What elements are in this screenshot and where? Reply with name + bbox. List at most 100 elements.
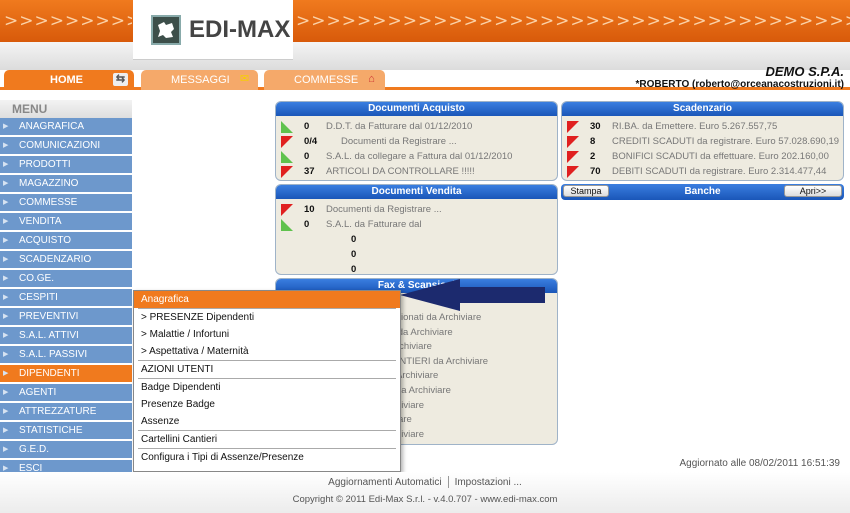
arrow-icon: ▶ [3, 332, 9, 339]
sidebar-item-cespiti[interactable]: ▶ CESPITI [0, 289, 132, 306]
impostazioni-link[interactable]: Impostazioni ... [449, 477, 528, 488]
red-flag-icon [281, 166, 293, 178]
row-text: BONIFICI SCADUTI da effettuare. Euro 202… [612, 151, 829, 162]
panel-banche: Stampa Banche Apri>> [561, 184, 844, 200]
current-user: *ROBERTO (roberto@orceanacostruzioni.it) [635, 79, 844, 90]
pointer-arrow-icon [400, 279, 545, 311]
sidebar-menu: ▶ ANAGRAFICA ▶ COMUNICAZIONI ▶ PRODOTTI ▶ MAGAZ… [0, 118, 132, 479]
logo-text: EDI-MAX [189, 15, 291, 43]
red-flag-icon [281, 136, 293, 148]
panel-row: 0 [276, 262, 557, 274]
sidebar-item-statistiche[interactable]: ▶ STATISTICHE [0, 422, 132, 439]
last-updated: Aggiornato alle 08/02/2011 16:51:39 [679, 458, 840, 469]
panel-row: 0 [276, 247, 557, 262]
sidebar-item-comunicazioni[interactable]: ▶ COMUNICAZIONI [0, 137, 132, 154]
panel-row[interactable]: 70 DEBITI SCADUTI da registrare. Euro 2.3… [562, 164, 843, 179]
sidebar-item-label: CO.GE. [19, 273, 55, 284]
panel-row[interactable]: 30 RI.BA. da Emettere. Euro 5.267.557,75 [562, 119, 843, 134]
row-count: 8 [590, 136, 596, 147]
row-text: ARTICOLI DA CONTROLLARE !!!!! [326, 166, 475, 177]
submenu-item-aspettativa-maternit[interactable]: > Aspettativa / Maternità [134, 343, 400, 360]
arrow-icon: ▶ [3, 389, 9, 396]
sidebar-item-anagrafica[interactable]: ▶ ANAGRAFICA [0, 118, 132, 135]
panel-row[interactable]: 0/4 Documenti da Registrare ... [276, 134, 557, 149]
sidebar-item-label: ATTREZZATURE [19, 406, 97, 417]
sidebar-item-magazzino[interactable]: ▶ MAGAZZINO [0, 175, 132, 192]
submenu-item-malattie-infortuni[interactable]: > Malattie / Infortuni [134, 326, 400, 343]
menu-title: MENU [0, 100, 132, 118]
tab-home[interactable]: HOME ⇆ [4, 70, 134, 90]
logo: EDI-MAX [133, 0, 293, 60]
panel-row[interactable]: 37 ARTICOLI DA CONTROLLARE !!!!! [276, 164, 557, 179]
sidebar-item-co-ge[interactable]: ▶ CO.GE. [0, 270, 132, 287]
sidebar-item-vendita[interactable]: ▶ VENDITA [0, 213, 132, 230]
row-text: da Archiviare [396, 384, 451, 396]
submenu-item-presenze-dipendenti[interactable]: > PRESENZE Dipendenti [134, 309, 400, 326]
arrow-icon: ▶ [3, 294, 9, 301]
tab-commesse[interactable]: COMMESSE ⌂ [264, 70, 385, 90]
house-icon: ⌂ [368, 73, 375, 85]
arrow-icon: ▶ [3, 199, 9, 206]
green-flag-icon [281, 219, 293, 231]
submenu-item-badge-dipendenti[interactable]: Badge Dipendenti [134, 379, 400, 396]
sidebar-item-g-e-d[interactable]: ▶ G.E.D. [0, 441, 132, 458]
red-flag-icon [567, 136, 579, 148]
sidebar-item-agenti[interactable]: ▶ AGENTI [0, 384, 132, 401]
panel-title: Scadenzario [562, 102, 843, 116]
aggiornamenti-link[interactable]: Aggiornamenti Automatici [322, 477, 447, 488]
submenu-item-cartellini-cantieri[interactable]: Cartellini Cantieri [134, 431, 400, 448]
submenu-item-presenze-badge[interactable]: Presenze Badge [134, 396, 400, 413]
sidebar-item-prodotti[interactable]: ▶ PRODOTTI [0, 156, 132, 173]
panel-scadenzario: Scadenzario 30 RI.BA. da Emettere. Euro 5… [561, 101, 844, 181]
panel-row[interactable]: 0 S.A.L. da Fatturare dal [276, 217, 557, 232]
tab-messaggi[interactable]: MESSAGGI ✉ [141, 70, 258, 90]
sidebar-item-label: S.A.L. ATTIVI [19, 330, 79, 341]
row-text: i da Archiviare [393, 326, 453, 338]
row-text: Documenti da Registrare ... [341, 136, 457, 147]
submenu-item-assenze[interactable]: Assenze [134, 413, 400, 430]
panel-row[interactable]: 2 BONIFICI SCADUTI da effettuare. Euro 20… [562, 149, 843, 164]
sidebar-item-acquisto[interactable]: ▶ ACQUISTO [0, 232, 132, 249]
submenu-item-anagrafica[interactable]: Anagrafica [134, 291, 400, 308]
row-count: 0 [304, 121, 310, 132]
arrow-icon: ▶ [3, 218, 9, 225]
sidebar-item-commesse[interactable]: ▶ COMMESSE [0, 194, 132, 211]
row-count: 10 [304, 204, 315, 215]
row-text: RI.BA. da Emettere. Euro 5.267.557,75 [612, 121, 778, 132]
sidebar-item-attrezzature[interactable]: ▶ ATTREZZATURE [0, 403, 132, 420]
arrow-icon: ▶ [3, 256, 9, 263]
sidebar-item-s-a-l-passivi[interactable]: ▶ S.A.L. PASSIVI [0, 346, 132, 363]
arrow-icon: ▶ [3, 123, 9, 130]
arrow-icon: ▶ [3, 446, 9, 453]
envelope-icon: ✉ [239, 73, 250, 85]
apri-button[interactable]: Apri>> [784, 185, 842, 197]
submenu-item-configura-i-tipi-di-assenze-presenze[interactable]: Configura i Tipi di Assenze/Presenze [134, 449, 400, 466]
row-count: 0 [304, 151, 310, 162]
submenu-item-azioni-utenti[interactable]: AZIONI UTENTI [134, 361, 400, 378]
sidebar-item-dipendenti[interactable]: ▶ DIPENDENTI [0, 365, 132, 382]
sidebar-item-preventivi[interactable]: ▶ PREVENTIVI [0, 308, 132, 325]
top-banner: >>>>>>>> >>>> >>>>>>>>>>>>>>>>>>>>>>>>>>>… [0, 0, 850, 42]
row-text: S.A.L. da Fatturare dal [326, 219, 422, 230]
panel-row[interactable]: 8 CREDITI SCADUTI da registrare. Euro 57.… [562, 134, 843, 149]
panel-row[interactable]: 0 S.A.L. da collegare a Fattura dal 01/12… [276, 149, 557, 164]
panel-row[interactable]: 0 D.D.T. da Fatturare dal 01/12/2010 [276, 119, 557, 134]
row-text: CREDITI SCADUTI da registrare. Euro 57.0… [612, 136, 840, 147]
row-count: 70 [590, 166, 601, 177]
sidebar-item-label: ACQUISTO [19, 235, 72, 246]
sidebar-item-s-a-l-attivi[interactable]: ▶ S.A.L. ATTIVI [0, 327, 132, 344]
sidebar-item-label: VENDITA [19, 216, 62, 227]
red-flag-icon [281, 204, 293, 216]
row-count: 2 [590, 151, 596, 162]
panel-title: Documenti Vendita [276, 185, 557, 199]
sidebar-item-label: PRODOTTI [19, 159, 71, 170]
row-count: 0 [304, 219, 310, 230]
row-text: Archiviare [396, 370, 439, 382]
copyright: Copyright © 2011 Edi-Max S.r.l. - v.4.0.… [292, 494, 558, 505]
row-text: DEBITI SCADUTI da registrare. Euro 2.314… [612, 166, 827, 177]
company-info: DEMO S.P.A. *ROBERTO (roberto@orceanacos… [636, 64, 844, 90]
sidebar-item-scadenzario[interactable]: ▶ SCADENZARIO [0, 251, 132, 268]
panel-documenti-vendita: Documenti Vendita 10 Documenti da Registr… [275, 184, 558, 275]
panel-row[interactable]: 10 Documenti da Registrare ... [276, 202, 557, 217]
chevron-pattern: >>>>>>>>>>>> [4, 11, 132, 31]
